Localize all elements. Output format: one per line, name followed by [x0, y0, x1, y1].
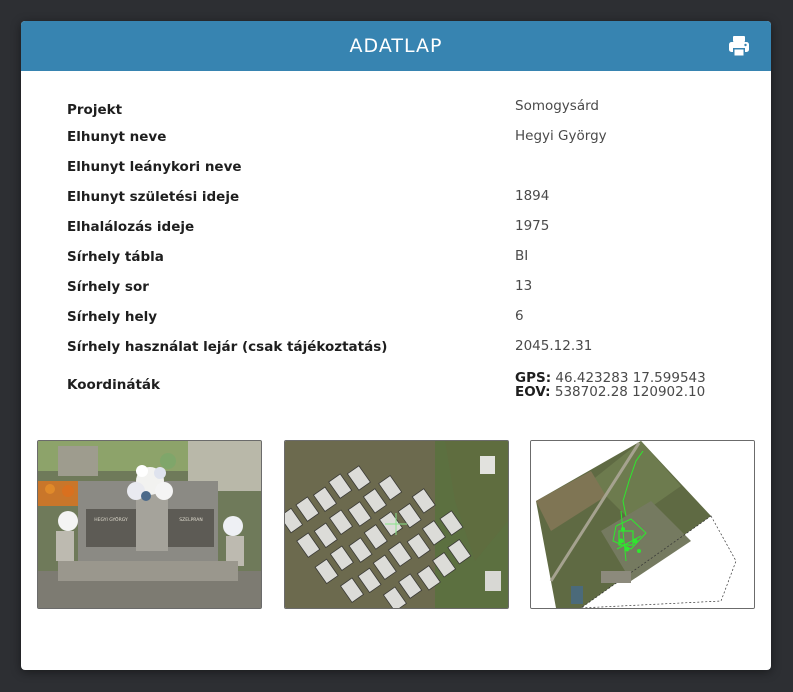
- field-row-elhunyt-neve: Elhunyt neve Hegyi György: [67, 126, 727, 150]
- field-row-sirhely-hely: Sírhely hely 6: [67, 306, 727, 330]
- grave-inscription-left: HEGYI GYÖRGY: [94, 516, 128, 523]
- field-row-sirhely-tabla: Sírhely tábla BI: [67, 246, 727, 270]
- field-value: 2045.12.31: [515, 338, 593, 354]
- modal-header: ADATLAP: [21, 21, 771, 71]
- field-label: Elhunyt születési ideje: [67, 189, 240, 205]
- field-value: Hegyi György: [515, 128, 607, 144]
- field-label: Elhalálozás ideje: [67, 219, 195, 235]
- map-thumbnail[interactable]: [530, 440, 755, 609]
- modal-title: ADATLAP: [349, 35, 443, 57]
- grave-inscription-right: SZELPRAN: [179, 517, 202, 523]
- eov-coordinates: EOV: 538702.28 120902.10: [515, 385, 705, 400]
- grave-photo-thumbnail[interactable]: HEGYI GYÖRGY SZELPRAN: [37, 440, 262, 609]
- field-row-szuletesi-ido: Elhunyt születési ideje 1894: [67, 186, 727, 210]
- field-value: Somogysárd: [515, 98, 599, 114]
- field-label: Elhunyt leánykori neve: [67, 159, 242, 175]
- field-row-sirhely-sor: Sírhely sor 13: [67, 276, 727, 300]
- field-label: Sírhely hely: [67, 309, 158, 325]
- field-value: 1975: [515, 218, 550, 234]
- field-label: Elhunyt neve: [67, 129, 167, 145]
- detail-modal: ADATLAP Projekt Somogysárd Elhunyt neve …: [21, 21, 771, 670]
- field-label: Sírhely sor: [67, 279, 149, 295]
- field-value: BI: [515, 248, 529, 264]
- field-row-leanykori-nev: Elhunyt leánykori neve: [67, 156, 727, 180]
- field-label: Koordináták: [67, 377, 160, 393]
- aerial-photo-thumbnail[interactable]: [284, 440, 509, 609]
- photo-gallery: HEGYI GYÖRGY SZELPRAN: [37, 440, 757, 610]
- field-label: Sírhely tábla: [67, 249, 164, 265]
- field-row-hasznalat-lejar: Sírhely használat lejár (csak tájékoztat…: [67, 336, 727, 360]
- field-row-projekt: Projekt Somogysárd: [67, 98, 727, 123]
- field-value: 13: [515, 278, 533, 294]
- field-row-elhalalozas-ideje: Elhalálozás ideje 1975: [67, 216, 727, 240]
- field-label: Projekt: [67, 102, 123, 118]
- field-value: 6: [515, 308, 524, 324]
- print-icon[interactable]: [727, 34, 751, 58]
- field-value: 1894: [515, 188, 550, 204]
- eov-label: EOV:: [515, 384, 551, 400]
- field-row-koordinatak: Koordináták GPS: 46.423283 17.599543 EOV…: [67, 371, 727, 405]
- eov-value: 538702.28 120902.10: [554, 384, 706, 400]
- field-label: Sírhely használat lejár (csak tájékoztat…: [67, 339, 388, 355]
